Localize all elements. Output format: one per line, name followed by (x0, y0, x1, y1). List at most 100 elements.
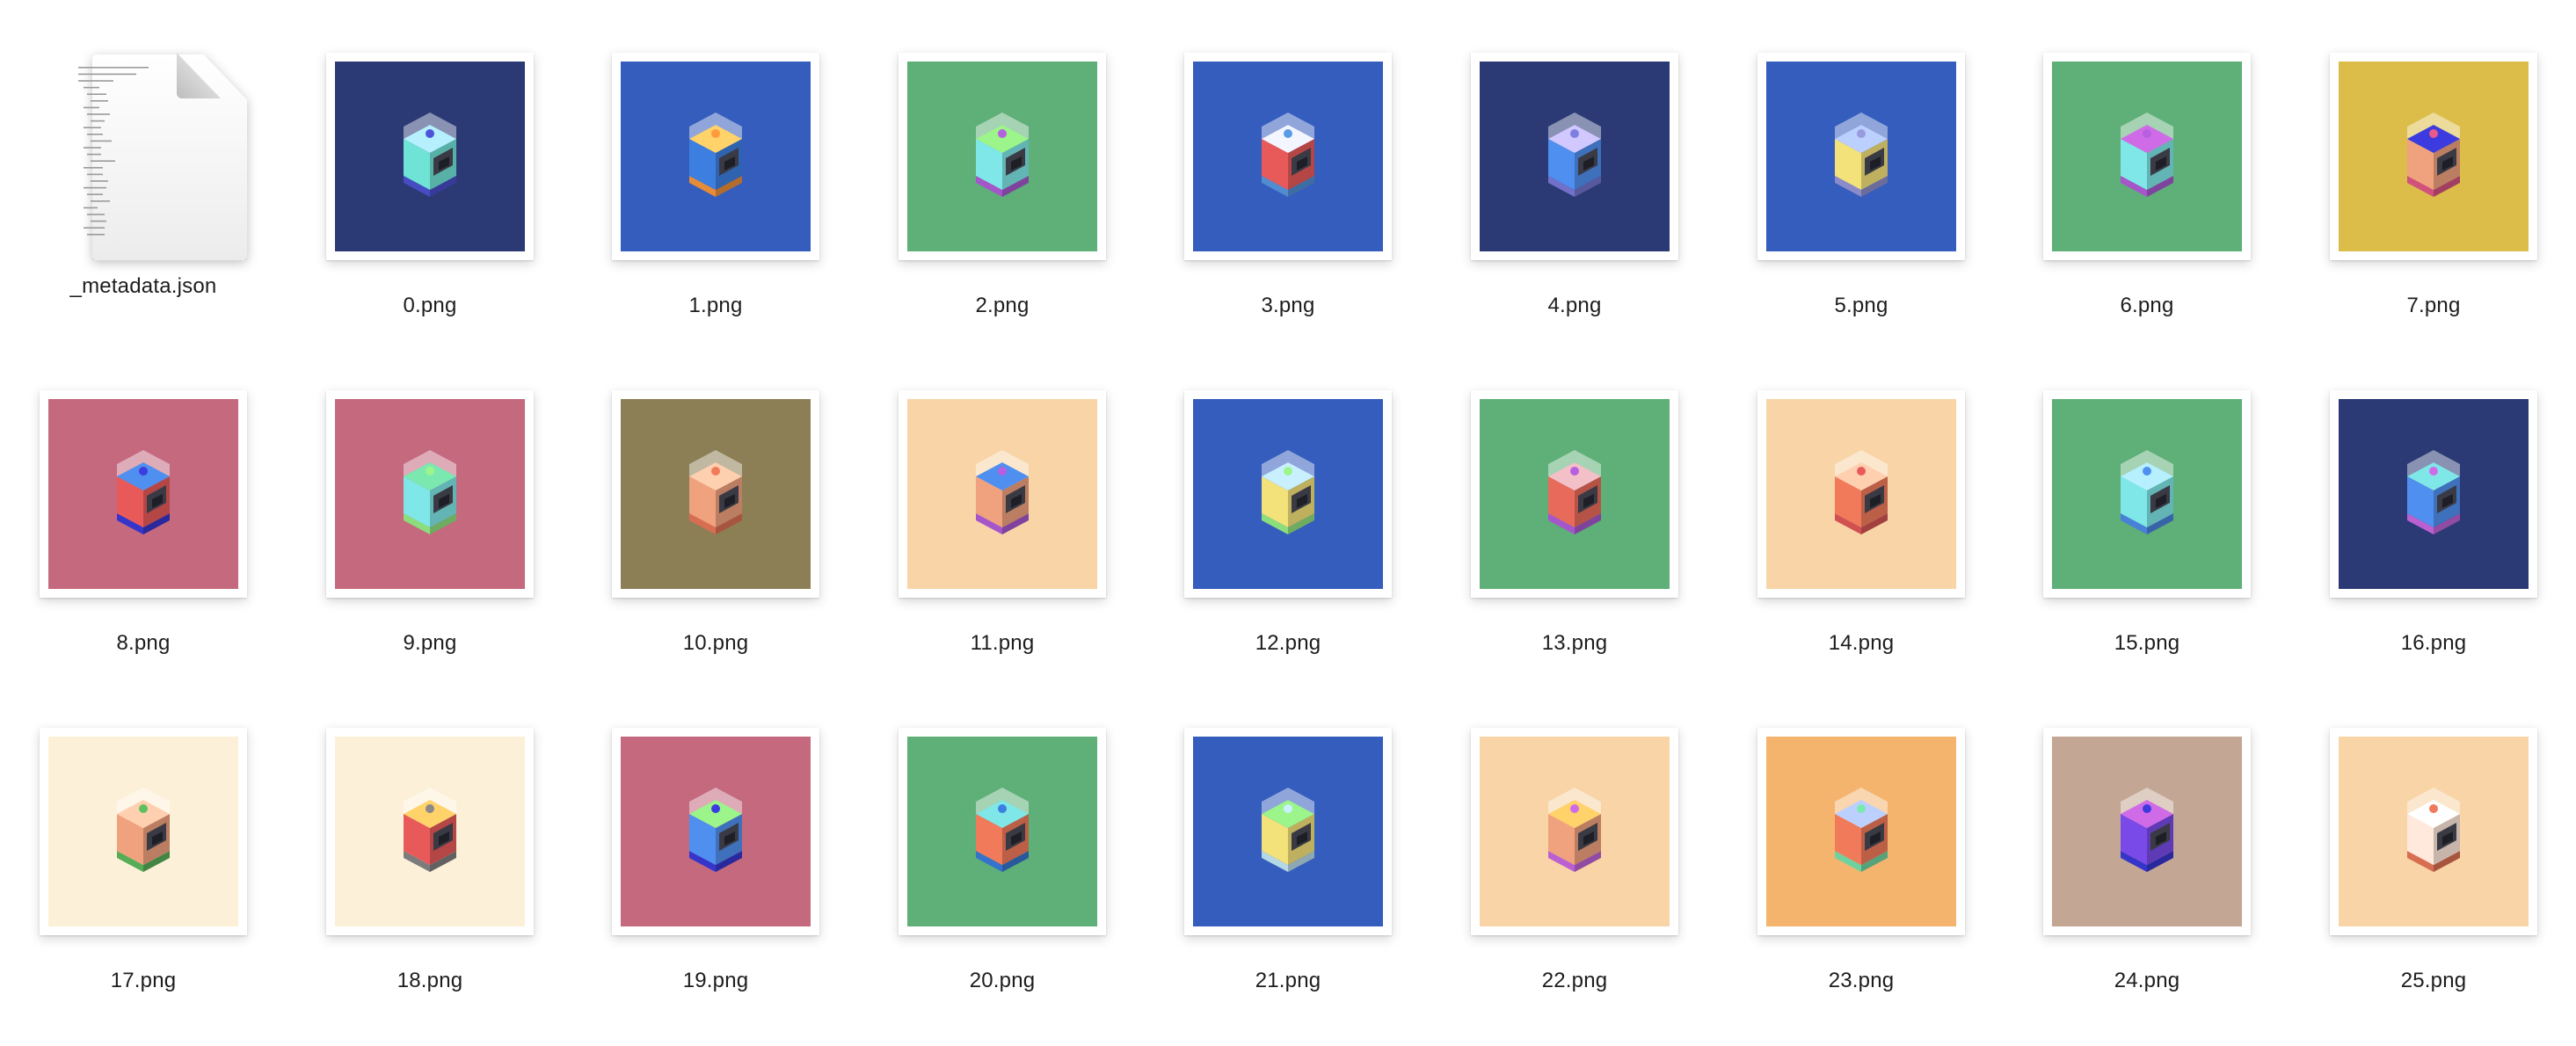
nft-artwork-icon (621, 62, 811, 251)
file-item[interactable]: 19.png (572, 675, 859, 992)
image-thumbnail (899, 390, 1106, 598)
thumbnail-canvas (2052, 737, 2242, 926)
thumbnail-canvas (907, 399, 1097, 589)
file-item[interactable]: 3.png (1145, 0, 1431, 317)
roof-ornament (998, 129, 1007, 138)
file-item[interactable]: 10.png (572, 338, 859, 655)
file-item[interactable]: 23.png (1718, 675, 2005, 992)
file-item[interactable]: 1.png (572, 0, 859, 317)
isometric-building (404, 113, 456, 197)
isometric-building (2121, 450, 2173, 534)
thumbnail-canvas (907, 62, 1097, 251)
nft-artwork-icon (1766, 62, 1956, 251)
nft-artwork-icon (1480, 737, 1670, 926)
isometric-building (1835, 450, 1888, 534)
image-thumbnail (1471, 390, 1678, 598)
file-item[interactable]: 12.png (1145, 338, 1431, 655)
file-item[interactable]: 25.png (2290, 675, 2576, 992)
text-line (87, 173, 103, 176)
text-line (87, 153, 101, 156)
file-item[interactable]: 17.png (0, 675, 287, 992)
thumbnail-canvas (1193, 62, 1383, 251)
file-item[interactable]: 24.png (2004, 675, 2290, 992)
image-thumbnail (1471, 728, 1678, 935)
nft-artwork-icon (48, 737, 238, 926)
thumbnail-canvas (2339, 399, 2529, 589)
file-item[interactable]: 9.png (287, 338, 573, 655)
thumbnail-canvas (48, 737, 238, 926)
nft-artwork-icon (2339, 399, 2529, 589)
file-name-label: 3.png (1261, 294, 1315, 317)
text-line (84, 186, 106, 189)
text-line (87, 234, 105, 236)
image-thumbnail (1471, 53, 1678, 260)
text-line (84, 207, 98, 209)
file-item[interactable]: 22.png (1431, 675, 1718, 992)
roof-ornament (1284, 804, 1292, 813)
file-item[interactable]: 7.png (2290, 0, 2576, 317)
file-item[interactable]: 20.png (859, 675, 1146, 992)
text-line (91, 220, 106, 222)
file-item[interactable]: 21.png (1145, 675, 1431, 992)
file-name-label: 23.png (1828, 969, 1895, 992)
file-name-label: 16.png (2400, 631, 2467, 655)
file-name-label: 13.png (1541, 631, 1608, 655)
file-name-label: 9.png (403, 631, 457, 655)
file-item[interactable]: 0.png (287, 0, 573, 317)
file-item[interactable]: _metadata.json (0, 0, 287, 299)
file-name-label: _metadata.json (69, 274, 217, 298)
file-item[interactable]: 18.png (287, 675, 573, 992)
file-name-label: 15.png (2114, 631, 2180, 655)
thumbnail-canvas (335, 737, 525, 926)
nft-artwork-icon (1480, 399, 1670, 589)
roof-ornament (2143, 129, 2151, 138)
isometric-building (1262, 113, 1314, 197)
file-name-label: 19.png (682, 969, 749, 992)
file-item[interactable]: 2.png (859, 0, 1146, 317)
nft-artwork-icon (1766, 737, 1956, 926)
file-item[interactable]: 4.png (1431, 0, 1718, 317)
thumbnail-canvas (1766, 737, 1956, 926)
file-item[interactable]: 14.png (1718, 338, 2005, 655)
thumbnail-canvas (1480, 737, 1670, 926)
thumbnail-canvas (2339, 62, 2529, 251)
isometric-building (404, 450, 456, 534)
nft-artwork-icon (2339, 62, 2529, 251)
text-line (87, 134, 103, 135)
file-name-label: 14.png (1828, 631, 1895, 655)
image-thumbnail (326, 390, 534, 598)
text-line (91, 140, 112, 142)
thumbnail-canvas (1193, 737, 1383, 926)
text-line (87, 113, 110, 115)
isometric-building (117, 788, 170, 872)
isometric-building (976, 788, 1029, 872)
file-item[interactable]: 16.png (2290, 338, 2576, 655)
isometric-building (689, 788, 742, 872)
nft-artwork-icon (1193, 62, 1383, 251)
document-icon (40, 53, 247, 260)
isometric-building (1262, 788, 1314, 872)
file-name-label: 18.png (397, 969, 463, 992)
thumbnail-canvas (1766, 62, 1956, 251)
file-item[interactable]: 5.png (1718, 0, 2005, 317)
file-name-label: 1.png (688, 294, 743, 317)
text-line (87, 93, 106, 95)
thumbnail-canvas (48, 399, 238, 589)
roof-ornament (2429, 129, 2438, 138)
file-name-label: 4.png (1547, 294, 1602, 317)
file-item[interactable]: 13.png (1431, 338, 1718, 655)
nft-artwork-icon (1193, 399, 1383, 589)
file-item[interactable]: 11.png (859, 338, 1146, 655)
file-item[interactable]: 6.png (2004, 0, 2290, 317)
isometric-building (1835, 113, 1888, 197)
file-item[interactable]: 8.png (0, 338, 287, 655)
nft-artwork-icon (335, 399, 525, 589)
file-item[interactable]: 15.png (2004, 338, 2290, 655)
thumbnail-canvas (2052, 62, 2242, 251)
thumbnail-canvas (2052, 399, 2242, 589)
nft-artwork-icon (1480, 62, 1670, 251)
image-thumbnail (326, 728, 534, 935)
roof-ornament (998, 467, 1007, 476)
file-name-label: 21.png (1255, 969, 1321, 992)
text-line (91, 180, 108, 182)
